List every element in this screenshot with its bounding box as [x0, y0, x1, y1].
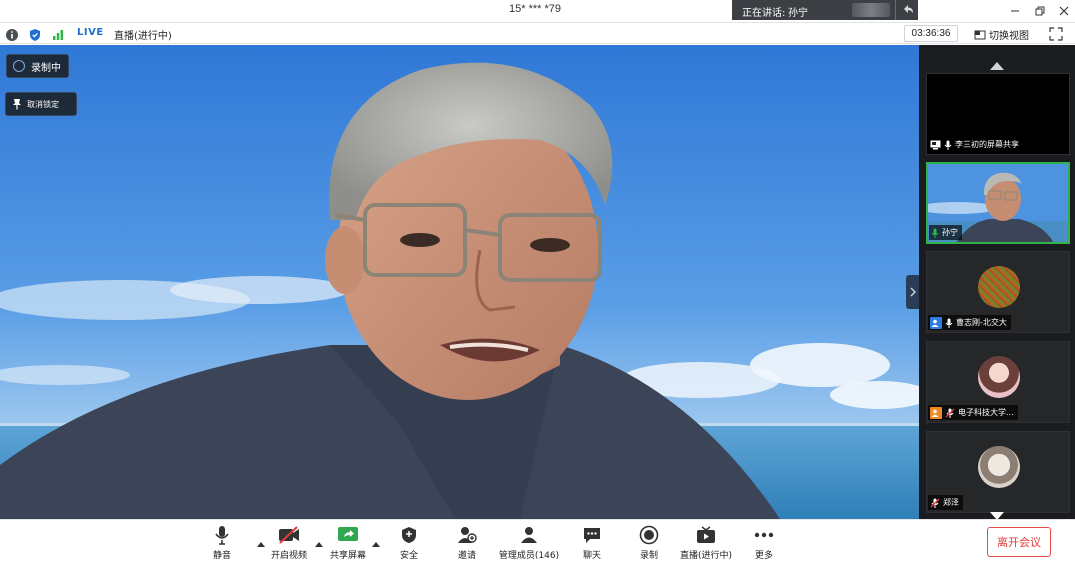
- mute-label: 静音: [212, 551, 231, 561]
- share-options-caret-icon[interactable]: [372, 532, 380, 547]
- invite-label: 邀请: [457, 551, 476, 561]
- microphone-icon: [945, 318, 953, 328]
- avatar: [978, 356, 1020, 398]
- meeting-toolbar: 静音 开启视频 共享屏幕 安全 邀请 管理成员(146) 聊天 录制 直播(进行…: [0, 519, 1075, 562]
- speaking-label: 正在讲话:: [742, 8, 786, 19]
- share-screen-icon: [337, 525, 359, 545]
- recording-indicator[interactable]: 录制中: [6, 54, 69, 78]
- participant-name: 李三初的屏幕共享: [955, 140, 1019, 149]
- chevron-right-icon: [910, 287, 916, 297]
- divider: [895, 0, 896, 20]
- microphone-muted-icon: [930, 498, 940, 508]
- pin-icon: [13, 99, 21, 110]
- participant-tile[interactable]: 李三初的屏幕共享: [926, 73, 1070, 155]
- chat-label: 聊天: [582, 551, 601, 561]
- mute-options-caret-icon[interactable]: [257, 532, 265, 547]
- shield-icon: [398, 525, 420, 545]
- screen-share-icon: [930, 140, 941, 149]
- video-off-icon: [278, 525, 300, 545]
- microphone-muted-icon: [945, 408, 955, 418]
- speaking-banner: 正在讲话: 孙宁: [732, 0, 918, 20]
- security-label: 安全: [399, 551, 418, 561]
- info-icon[interactable]: [5, 27, 19, 41]
- avatar: [978, 446, 1020, 488]
- participant-caption: 曹志刚-北交大: [928, 315, 1011, 330]
- participant-gallery: 李三初的屏幕共享 孙宁 曹志刚-北交大 电子科技大学... 郑泽: [919, 45, 1075, 520]
- participant-name: 孙宁: [942, 228, 958, 237]
- participant-tile[interactable]: 曹志刚-北交大: [926, 251, 1070, 333]
- collapse-panel-button[interactable]: [906, 275, 919, 309]
- more-label: 更多: [754, 551, 773, 561]
- unpin-label: 取消锁定: [27, 99, 59, 109]
- share-screen-button[interactable]: 共享屏幕: [325, 525, 371, 561]
- participant-caption: 郑泽: [928, 495, 963, 510]
- participant-caption: 李三初的屏幕共享: [928, 137, 1023, 152]
- participant-caption: 孙宁: [929, 225, 962, 240]
- unpin-button[interactable]: 取消锁定: [5, 92, 77, 116]
- recording-label: 录制中: [31, 62, 61, 74]
- meeting-timer: 03:36:36: [904, 25, 958, 42]
- participant-name: 郑泽: [943, 498, 959, 507]
- live-status[interactable]: 直播(进行中): [114, 27, 172, 42]
- record-label: 录制: [639, 551, 658, 561]
- live-badge[interactable]: LIVE: [77, 27, 104, 38]
- meeting-info-bar: LIVE 直播(进行中) 03:36:36 切换视图: [0, 22, 1075, 44]
- minimize-button[interactable]: [1004, 0, 1026, 22]
- window-title: 15* *** *79: [509, 3, 561, 15]
- chat-button[interactable]: 聊天: [576, 525, 608, 561]
- switch-view-label: 切换视图: [989, 31, 1029, 42]
- start-video-button[interactable]: 开启视频: [266, 525, 312, 561]
- manage-members-button[interactable]: 管理成员(146): [496, 525, 562, 561]
- fullscreen-icon[interactable]: [1049, 26, 1065, 42]
- scroll-down-icon[interactable]: [989, 507, 1005, 520]
- user-icon: [930, 406, 942, 419]
- shield-icon[interactable]: [28, 27, 42, 41]
- close-button[interactable]: [1053, 0, 1075, 22]
- microphone-icon: [211, 525, 233, 545]
- live-stream-label: 直播(进行中): [679, 551, 733, 561]
- participant-tile[interactable]: 电子科技大学...: [926, 341, 1070, 423]
- invite-button[interactable]: 邀请: [451, 525, 483, 561]
- security-button[interactable]: 安全: [393, 525, 425, 561]
- switch-view-button[interactable]: 切换视图: [974, 27, 1029, 42]
- chat-icon: [581, 525, 603, 545]
- record-icon: [638, 525, 660, 545]
- live-stream-icon: [695, 525, 717, 545]
- participant-name: 曹志刚-北交大: [956, 318, 1007, 327]
- live-stream-button[interactable]: 直播(进行中): [678, 525, 734, 561]
- microphone-icon: [944, 140, 952, 150]
- participant-tile[interactable]: 郑泽: [926, 431, 1070, 513]
- mute-button[interactable]: 静音: [206, 525, 238, 561]
- speaking-name: 孙宁: [788, 8, 808, 19]
- user-icon: [930, 316, 942, 329]
- main-video-view[interactable]: 录制中 取消锁定: [0, 45, 919, 519]
- speaking-indicator: [852, 3, 890, 17]
- microphone-active-icon: [931, 228, 939, 238]
- participant-caption: 电子科技大学...: [928, 405, 1018, 420]
- avatar: [978, 266, 1020, 308]
- video-options-caret-icon[interactable]: [315, 532, 323, 547]
- participant-tile[interactable]: 孙宁: [926, 162, 1070, 244]
- recording-icon: [13, 60, 25, 72]
- record-button[interactable]: 录制: [633, 525, 665, 561]
- add-user-icon: [456, 525, 478, 545]
- members-icon: [518, 525, 540, 545]
- title-bar: 15* *** *79 正在讲话: 孙宁: [0, 0, 1075, 22]
- participant-name: 电子科技大学...: [958, 408, 1014, 417]
- return-icon[interactable]: [900, 1, 916, 17]
- more-button[interactable]: 更多: [748, 525, 780, 561]
- signal-strength-icon[interactable]: [51, 27, 65, 41]
- leave-meeting-button[interactable]: 离开会议: [987, 527, 1051, 557]
- switch-view-icon: [974, 30, 986, 39]
- start-video-label: 开启视频: [270, 551, 307, 561]
- restore-button[interactable]: [1029, 0, 1051, 22]
- speaker-video-image: [0, 45, 919, 519]
- manage-members-label: 管理成员(146): [498, 551, 560, 561]
- share-screen-label: 共享屏幕: [329, 551, 366, 561]
- more-icon: [753, 525, 775, 545]
- scroll-up-icon[interactable]: [989, 57, 1005, 70]
